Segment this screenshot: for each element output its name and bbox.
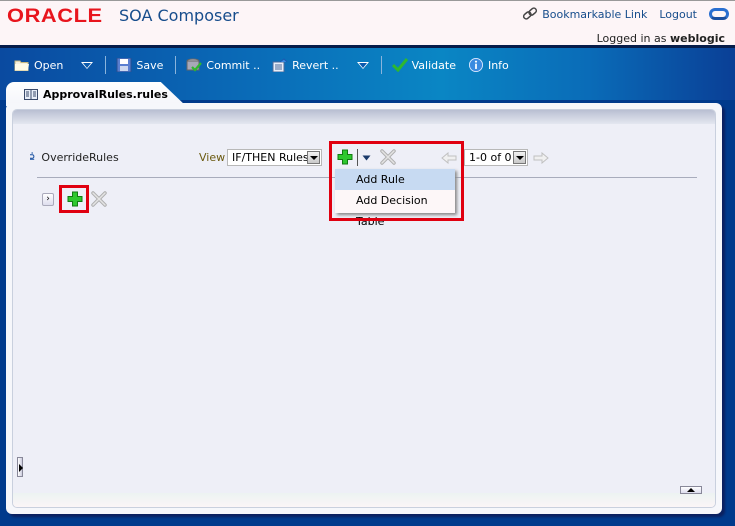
view-select-value: IF/THEN Rules (232, 151, 309, 164)
save-button[interactable]: Save (116, 58, 163, 72)
book-icon (24, 88, 38, 100)
revert-icon (272, 58, 288, 72)
username: weblogic (670, 32, 725, 45)
commit-label: Commit .. (206, 58, 261, 72)
save-label: Save (136, 58, 164, 72)
info-label: Info (487, 58, 509, 72)
dropdown-arrow-icon[interactable] (307, 151, 320, 164)
toolbar-separator (175, 56, 177, 74)
panel-bottom-bar (13, 493, 715, 507)
bookmarkable-link[interactable]: Bookmarkable Link (522, 7, 647, 21)
logout-link[interactable]: Logout (659, 8, 697, 21)
revert-button[interactable]: Revert .. (272, 58, 339, 72)
open-dropdown-icon[interactable] (81, 61, 94, 69)
toolbar-separator (105, 56, 107, 74)
view-select[interactable]: IF/THEN Rules (227, 149, 322, 166)
app-header: ORACLE SOA Composer Bookmarkable Link Lo… (0, 0, 735, 45)
highlight-box (59, 185, 89, 213)
collapse-chevron-icon[interactable]: ⫄ (30, 152, 34, 163)
highlight-box (329, 141, 464, 221)
dropdown-arrow-icon[interactable] (513, 151, 526, 164)
bookmarkable-link-label: Bookmarkable Link (542, 7, 648, 21)
pagination-select[interactable]: 1-0 of 0 (464, 149, 528, 166)
commit-button[interactable]: Commit .. (186, 58, 260, 72)
chain-link-icon (523, 7, 538, 20)
app-title: SOA Composer (119, 6, 239, 25)
checkmark-icon (391, 58, 408, 72)
collapse-panel-button[interactable] (680, 486, 702, 494)
delete-rule-icon[interactable] (91, 191, 107, 207)
oracle-o-icon (709, 8, 729, 20)
panel-top-bar (13, 110, 715, 124)
pagination-value: 1-0 of 0 (469, 151, 512, 164)
tab-label: ApprovalRules.rules (43, 87, 168, 101)
expand-rule-icon[interactable]: › (42, 193, 54, 206)
open-button[interactable]: Open (14, 58, 63, 72)
folder-icon (14, 60, 29, 71)
validate-label: Validate (411, 58, 456, 72)
info-button[interactable]: Info (468, 58, 509, 72)
floppy-disk-icon (116, 58, 132, 72)
open-label: Open (34, 58, 64, 72)
ruleset-name: OverrideRules (41, 151, 119, 164)
toolbar-separator (380, 56, 382, 74)
validate-button[interactable]: Validate (391, 58, 456, 72)
side-panel-expand-handle[interactable] (17, 457, 23, 477)
view-label: View (199, 151, 226, 164)
next-arrow-icon[interactable] (533, 152, 549, 164)
revert-dropdown-icon[interactable] (356, 61, 369, 69)
oracle-logo: ORACLE (7, 6, 103, 27)
header-links: Bookmarkable Link Logout (522, 7, 729, 21)
ruleset-header: ⫄ OverrideRules (30, 151, 119, 164)
revert-label: Revert .. (292, 58, 339, 72)
commit-icon (186, 58, 203, 72)
info-icon (468, 58, 483, 72)
logged-in-prefix: Logged in as (596, 32, 667, 45)
logged-in-status: Logged in as weblogic (597, 32, 725, 45)
